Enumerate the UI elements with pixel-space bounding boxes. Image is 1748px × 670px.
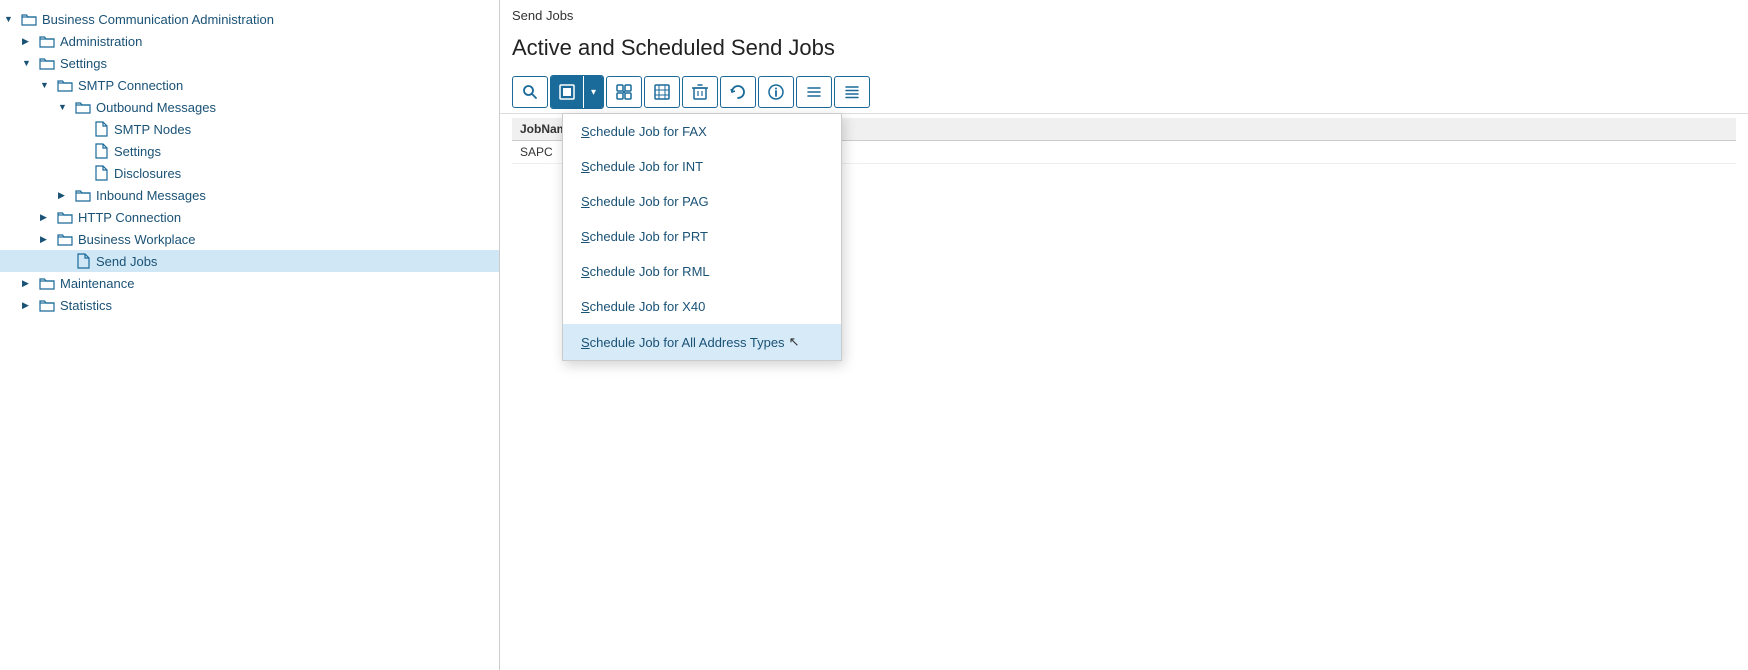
chevron-icon: ▶ — [40, 212, 56, 223]
right-panel: Send Jobs Active and Scheduled Send Jobs… — [500, 0, 1748, 670]
chevron-icon: ▼ — [4, 14, 20, 24]
folder-icon — [38, 55, 56, 71]
dropdown-item-prt[interactable]: Schedule Job for PRT — [563, 219, 841, 254]
cursor-indicator: ↖ — [789, 334, 800, 350]
chevron-icon: ▼ — [22, 58, 38, 68]
document-icon — [92, 121, 110, 137]
tree-item-http_connection[interactable]: ▶ HTTP Connection — [0, 206, 499, 228]
document-icon — [92, 143, 110, 159]
tree-item-label: SMTP Nodes — [114, 122, 191, 137]
tree-item-label: Inbound Messages — [96, 188, 206, 203]
tree-panel: ▼ Business Communication Administration▶… — [0, 0, 500, 670]
grid-button[interactable] — [644, 76, 680, 108]
tree-item-label: Settings — [60, 56, 107, 71]
tree-item-label: Outbound Messages — [96, 100, 216, 115]
tree-item-label: HTTP Connection — [78, 210, 181, 225]
list-button-2[interactable] — [834, 76, 870, 108]
tree-item-label: Business Workplace — [78, 232, 196, 247]
tree-item-label: Disclosures — [114, 166, 181, 181]
schedule-dropdown-menu: Schedule Job for FAXSchedule Job for INT… — [562, 113, 842, 361]
folder-icon — [56, 231, 74, 247]
dropdown-item-all[interactable]: Schedule Job for All Address Types ↖ — [563, 324, 841, 360]
folder-icon — [20, 11, 38, 27]
schedule-main-button[interactable] — [551, 76, 583, 108]
list-button-1[interactable] — [796, 76, 832, 108]
info-button[interactable] — [758, 76, 794, 108]
tree-item-settings_leaf[interactable]: Settings — [0, 140, 499, 162]
folder-icon — [38, 297, 56, 313]
tree-item-label: SMTP Connection — [78, 78, 183, 93]
tree-item-smtp_nodes[interactable]: SMTP Nodes — [0, 118, 499, 140]
puzzle-button[interactable] — [606, 76, 642, 108]
chevron-icon: ▶ — [22, 278, 38, 289]
toolbar: ▾ — [500, 71, 1748, 113]
tree-item-outbound_messages[interactable]: ▼ Outbound Messages — [0, 96, 499, 118]
document-icon — [92, 165, 110, 181]
folder-icon — [56, 209, 74, 225]
document-icon — [74, 253, 92, 269]
folder-icon — [56, 77, 74, 93]
delete-button[interactable] — [682, 76, 718, 108]
chevron-icon: ▶ — [22, 36, 38, 47]
schedule-dropdown-button[interactable]: ▾ — [583, 76, 603, 108]
refresh-button[interactable] — [720, 76, 756, 108]
tree-item-disclosures[interactable]: Disclosures — [0, 162, 499, 184]
panel-title: Send Jobs — [500, 0, 1748, 27]
tree-item-maintenance[interactable]: ▶ Maintenance — [0, 272, 499, 294]
dropdown-item-fax[interactable]: Schedule Job for FAX — [563, 114, 841, 149]
tree-item-business_workplace[interactable]: ▶ Business Workplace — [0, 228, 499, 250]
tree-item-administration[interactable]: ▶ Administration — [0, 30, 499, 52]
tree-item-label: Send Jobs — [96, 254, 157, 269]
schedule-split-button[interactable]: ▾ — [550, 75, 604, 109]
folder-icon — [74, 99, 92, 115]
search-button[interactable] — [512, 76, 548, 108]
chevron-icon: ▶ — [40, 234, 56, 245]
tree-item-label: Statistics — [60, 298, 112, 313]
tree-item-smtp_connection[interactable]: ▼ SMTP Connection — [0, 74, 499, 96]
chevron-icon: ▼ — [40, 80, 56, 90]
dropdown-item-rml[interactable]: Schedule Job for RML — [563, 254, 841, 289]
tree-item-inbound_messages[interactable]: ▶ Inbound Messages — [0, 184, 499, 206]
folder-icon — [38, 33, 56, 49]
tree-item-label: Maintenance — [60, 276, 134, 291]
tree-item-send_jobs[interactable]: Send Jobs — [0, 250, 499, 272]
tree-item-bca[interactable]: ▼ Business Communication Administration — [0, 8, 499, 30]
dropdown-item-int[interactable]: Schedule Job for INT — [563, 149, 841, 184]
chevron-icon: ▶ — [22, 300, 38, 311]
tree-item-label: Administration — [60, 34, 142, 49]
folder-icon — [38, 275, 56, 291]
tree-item-statistics[interactable]: ▶ Statistics — [0, 294, 499, 316]
tree-item-label: Settings — [114, 144, 161, 159]
dropdown-item-x40[interactable]: Schedule Job for X40 — [563, 289, 841, 324]
tree-item-settings[interactable]: ▼ Settings — [0, 52, 499, 74]
panel-heading: Active and Scheduled Send Jobs — [500, 27, 1748, 71]
chevron-icon: ▶ — [58, 190, 74, 201]
dropdown-item-pag[interactable]: Schedule Job for PAG — [563, 184, 841, 219]
folder-icon — [74, 187, 92, 203]
tree-item-label: Business Communication Administration — [42, 12, 274, 27]
chevron-icon: ▼ — [58, 102, 74, 112]
